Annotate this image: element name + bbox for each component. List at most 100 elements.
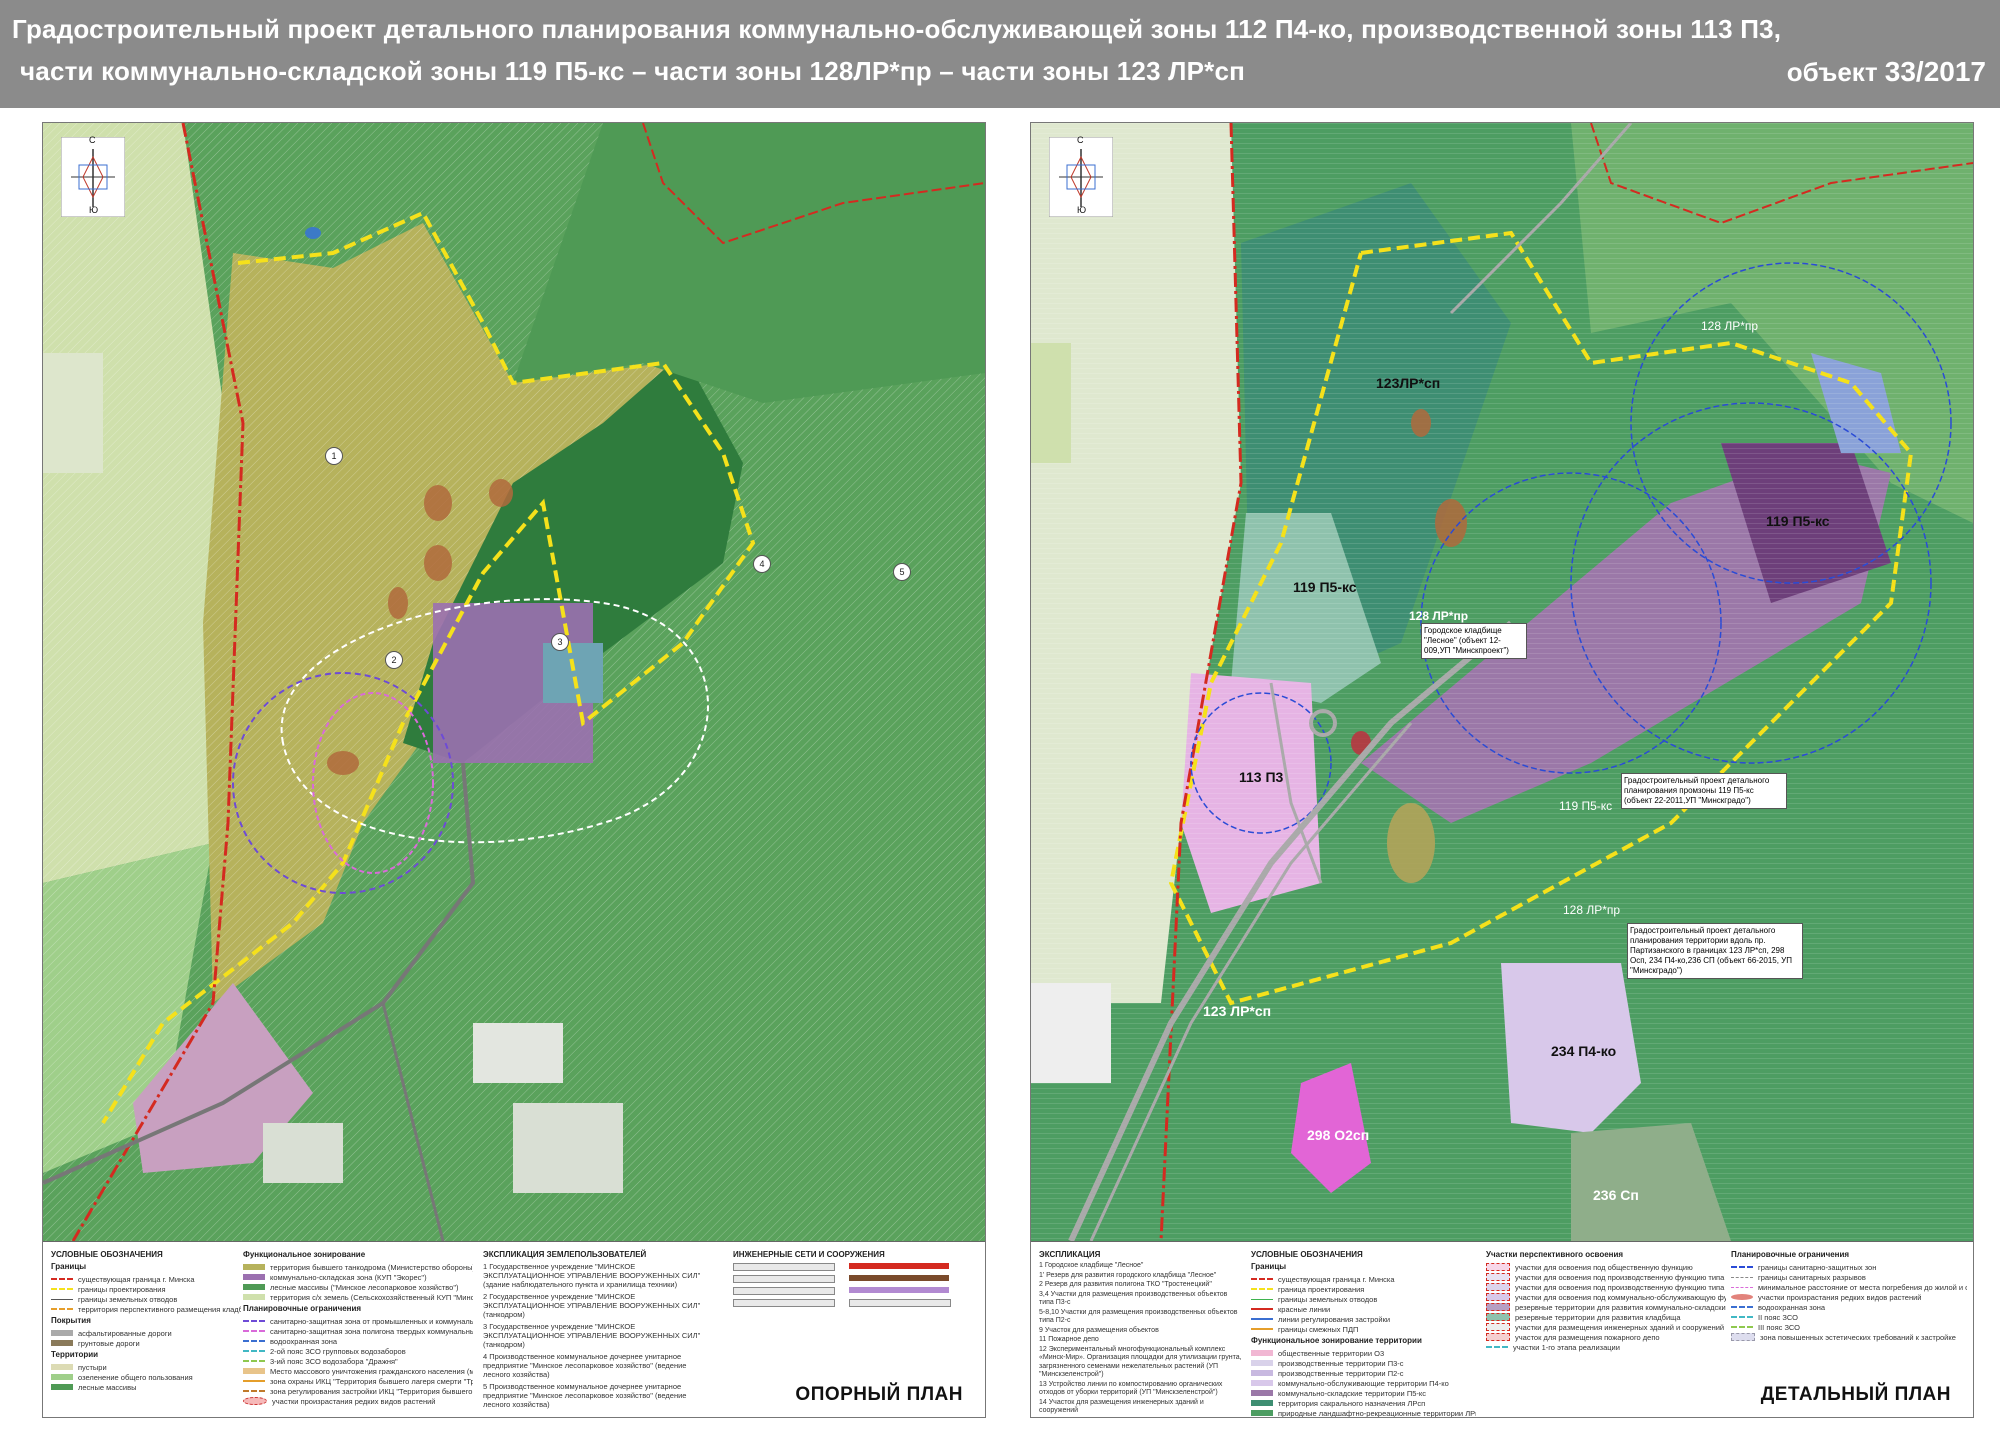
right-legend-persp: Участки перспективного освоения участки … xyxy=(1486,1248,1726,1352)
right-legend-row: границы санитарно-защитных зон xyxy=(1731,1262,1967,1272)
right-legend-row: коммунально-складские территории П5-кс xyxy=(1251,1388,1476,1398)
left-legend-row: озеленение общего пользования xyxy=(51,1372,241,1382)
compass-north: С xyxy=(89,135,96,145)
right-legend-row: участки для освоения под производственну… xyxy=(1486,1282,1726,1292)
left-plan-name: ОПОРНЫЙ ПЛАН xyxy=(795,1384,963,1405)
map-number-4: 4 xyxy=(753,555,771,573)
rare-plants-spot-4 xyxy=(388,587,408,619)
right-expl-item: 1' Резерв для развития городского кладби… xyxy=(1039,1271,1217,1279)
left-legend-expl-heading: ЭКСПЛИКАЦИЯ ЗЕМЛЕПОЛЬЗОВАТЕЛЕЙ xyxy=(483,1250,647,1259)
left-legend-row: зона регулирования застройки ИКЦ "Террит… xyxy=(243,1386,473,1396)
rare-plants-spot-r1 xyxy=(1435,499,1467,547)
right-legend-row: границы санитарных разрывов xyxy=(1731,1272,1967,1282)
object-number: объект 33/2017 xyxy=(1787,56,1986,88)
right-legend-row: граница проектирования xyxy=(1251,1284,1476,1294)
object-number-value: 33/2017 xyxy=(1884,56,1986,87)
right-expl-item: 14 Участок для размещения инженерных зда… xyxy=(1039,1398,1204,1415)
right-legend-row: II пояс ЗСО xyxy=(1731,1312,1967,1322)
southern-settlement xyxy=(473,1023,563,1083)
right-legend-row: коммунально-обслуживающие территории П4-… xyxy=(1251,1378,1476,1388)
right-legend-restr: Планировочные ограничения границы санита… xyxy=(1731,1248,1967,1342)
hatched-olive-area xyxy=(1387,803,1435,883)
left-legend: УСЛОВНЫЕ ОБОЗНАЧЕНИЯ Границы существующа… xyxy=(43,1241,985,1417)
map-number-5: 5 xyxy=(893,563,911,581)
left-map[interactable] xyxy=(43,123,985,1241)
right-expl-item: 9 Участок для размещения объектов xyxy=(1039,1326,1159,1334)
right-legend-row: зона повышенных эстетических требований … xyxy=(1731,1332,1967,1342)
right-legend-row: III пояс ЗСО xyxy=(1731,1322,1967,1332)
left-legend-row: Место массового уничтожения гражданского… xyxy=(243,1366,473,1376)
right-expl-item: 5-8,10 Участки для размещения производст… xyxy=(1039,1308,1238,1325)
right-bounds-heading: Границы xyxy=(1251,1262,1287,1271)
left-legend-col1: УСЛОВНЫЕ ОБОЗНАЧЕНИЯ Границы существующа… xyxy=(51,1248,241,1392)
right-legend-row: линии регулирования застройки xyxy=(1251,1314,1476,1324)
right-legend-expl: ЭКСПЛИКАЦИЯ 1 Городское кладбище "Лесное… xyxy=(1039,1248,1244,1417)
label-234: 234 П4-ко xyxy=(1551,1043,1617,1059)
left-expl-item: 5 Производственное коммунальное дочернее… xyxy=(483,1382,687,1409)
compass-rose-r: С Ю xyxy=(1048,135,1114,218)
left-legend-row: коммунально-складская зона (КУП "Экорес"… xyxy=(243,1272,473,1282)
right-legend-row: природные ландшафтно-рекреационные терри… xyxy=(1251,1408,1476,1417)
right-legend-row: участки 1-го этапа реализации xyxy=(1486,1342,1726,1352)
left-legend-row: 3-ий пояс ЗСО водозабора "Дражня" xyxy=(243,1356,473,1366)
left-legend-row: участки произрастания редких видов расте… xyxy=(243,1396,473,1406)
left-expl-item: 3 Государственное учреждение "МИНСКОЕ ЭК… xyxy=(483,1322,701,1349)
right-map[interactable] xyxy=(1031,123,1973,1241)
left-legend-row: лесные массивы ("Минское лесопарковое хо… xyxy=(243,1282,473,1292)
right-legend: ЭКСПЛИКАЦИЯ 1 Городское кладбище "Лесное… xyxy=(1031,1241,1973,1417)
left-legend-col4: ИНЖЕНЕРНЫЕ СЕТИ И СООРУЖЕНИЯ xyxy=(733,1248,973,1307)
right-func-heading: Функциональное зонирование территории xyxy=(1251,1336,1422,1345)
compass-rose: С Ю xyxy=(60,135,126,218)
label-119-mid: 119 П5-кс xyxy=(1559,799,1613,813)
callout-partizan: Градостроительный проект детального план… xyxy=(1627,923,1803,979)
right-legend-row: участки для освоения под производственну… xyxy=(1486,1272,1726,1282)
label-236: 236 Сп xyxy=(1593,1187,1639,1203)
left-legend-col3: ЭКСПЛИКАЦИЯ ЗЕМЛЕПОЛЬЗОВАТЕЛЕЙ 1 Государ… xyxy=(483,1248,713,1412)
compass-south-r: Ю xyxy=(1077,205,1087,215)
right-persp-heading: Участки перспективного освоения xyxy=(1486,1250,1624,1259)
label-119-left: 119 П5-кс xyxy=(1293,579,1357,595)
right-expl-heading: ЭКСПЛИКАЦИЯ xyxy=(1039,1250,1101,1259)
left-legend-row: санитарно-защитная зона от промышленных … xyxy=(243,1316,473,1326)
right-legend-row: границы земельных отводов xyxy=(1251,1294,1476,1304)
rare-plants-spot-5 xyxy=(327,751,359,775)
settlement-left xyxy=(43,353,103,473)
left-legend-row: пустыри xyxy=(51,1362,241,1372)
pond xyxy=(305,227,321,239)
right-legend-row: существующая граница г. Минска xyxy=(1251,1274,1476,1284)
compass-north-r: С xyxy=(1077,135,1084,145)
compass-south: Ю xyxy=(89,205,99,215)
southern-settlement-3 xyxy=(263,1123,343,1183)
title-bar: Градостроительный проект детального план… xyxy=(0,0,2000,108)
left-expl-item: 4 Производственное коммунальное дочернее… xyxy=(483,1352,687,1379)
right-legend-row: красные линии xyxy=(1251,1304,1476,1314)
right-cond-heading: УСЛОВНЫЕ ОБОЗНАЧЕНИЯ xyxy=(1251,1250,1363,1259)
right-expl-item: 1 Городское кладбище "Лесное" xyxy=(1039,1262,1144,1269)
object-prefix: объект xyxy=(1786,57,1885,87)
right-expl-item: 12 Экспериментальный многофункциональный… xyxy=(1039,1345,1242,1379)
left-legend-row: водоохранная зона xyxy=(243,1336,473,1346)
label-123-top: 123ЛР*сп xyxy=(1376,375,1441,391)
title-line-2: части коммунально-складской зоны 119 П5-… xyxy=(20,56,1246,86)
left-plan-sheet: С Ю 1 2 3 4 5 УСЛОВНЫЕ ОБОЗНАЧЕНИЯ Грани… xyxy=(42,122,986,1418)
title-line-1: Градостроительный проект детального план… xyxy=(12,14,1782,44)
left-legend-row: существующая граница г. Минска xyxy=(51,1274,241,1284)
left-legend-boundaries-heading: Границы xyxy=(51,1262,87,1271)
left-legend-zoning-heading: Функциональное зонирование xyxy=(243,1250,366,1259)
left-legend-row: территория с/х земель (Сельскохозяйствен… xyxy=(243,1292,473,1302)
right-interchange xyxy=(1031,983,1111,1083)
right-legend-row: границы смежных ПДП xyxy=(1251,1324,1476,1334)
right-legend-row: производственные территории П2-с xyxy=(1251,1368,1476,1378)
right-legend-row: водоохранная зона xyxy=(1731,1302,1967,1312)
right-legend-row: минимальное расстояние от места погребен… xyxy=(1731,1282,1967,1292)
left-legend-row: границы проектирования xyxy=(51,1284,241,1294)
map-number-1: 1 xyxy=(325,447,343,465)
label-119-top: 119 П5-кс xyxy=(1766,513,1830,529)
label-128-mid: 128 ЛР*пр xyxy=(1409,609,1469,623)
right-plan-name: ДЕТАЛЬНЫЙ ПЛАН xyxy=(1760,1384,1951,1405)
callout-promzone: Градостроительный проект детального план… xyxy=(1621,773,1787,809)
right-hatch-overlay xyxy=(1031,123,1973,1241)
left-legend-surfaces-heading: Покрытия xyxy=(51,1316,91,1325)
rare-plants-spot-1 xyxy=(424,485,452,521)
right-legend-row: территория сакрального назначения ЛРсп xyxy=(1251,1398,1476,1408)
